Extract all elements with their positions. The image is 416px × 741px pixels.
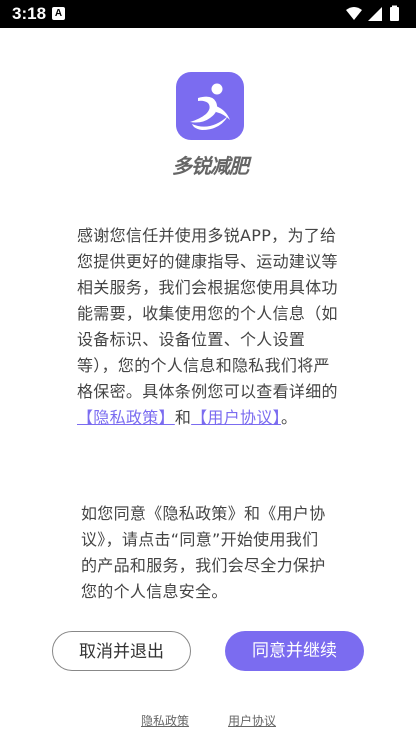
- intro-conjunction: 和: [174, 408, 192, 427]
- privacy-policy-link[interactable]: 【隐私政策】: [77, 408, 175, 427]
- app-logo: [176, 72, 244, 140]
- status-bar: 3:18 A: [0, 0, 416, 28]
- battery-icon: [390, 7, 399, 21]
- brand-name: 多锐减肥: [172, 154, 249, 178]
- intro-end: 。: [280, 408, 298, 427]
- agree-continue-button[interactable]: 同意并继续: [225, 631, 364, 671]
- wifi-icon: [346, 7, 362, 20]
- consent-paragraph: 如您同意《隐私政策》和《用户协议》，请点击“同意”开始使用我们的产品和服务，我们…: [81, 504, 326, 601]
- intro-paragraph: 感谢您信任并使用多锐APP，为了给您提供更好的健康指导、运动建议等相关服务，我们…: [77, 223, 342, 431]
- status-icons: [346, 5, 399, 21]
- footer-user-agreement-link[interactable]: 用户协议: [228, 712, 276, 729]
- notification-a-icon: A: [52, 7, 65, 20]
- signal-icon: [368, 7, 382, 21]
- status-time: 3:18: [12, 4, 47, 23]
- footer-privacy-link[interactable]: 隐私政策: [141, 712, 189, 729]
- cancel-exit-button[interactable]: 取消并退出: [52, 631, 191, 671]
- intro-text: 感谢您信任并使用多锐APP，为了给您提供更好的健康指导、运动建议等相关服务，我们…: [77, 226, 338, 401]
- runner-icon: [190, 83, 230, 130]
- user-agreement-link[interactable]: 【用户协议】: [191, 408, 281, 427]
